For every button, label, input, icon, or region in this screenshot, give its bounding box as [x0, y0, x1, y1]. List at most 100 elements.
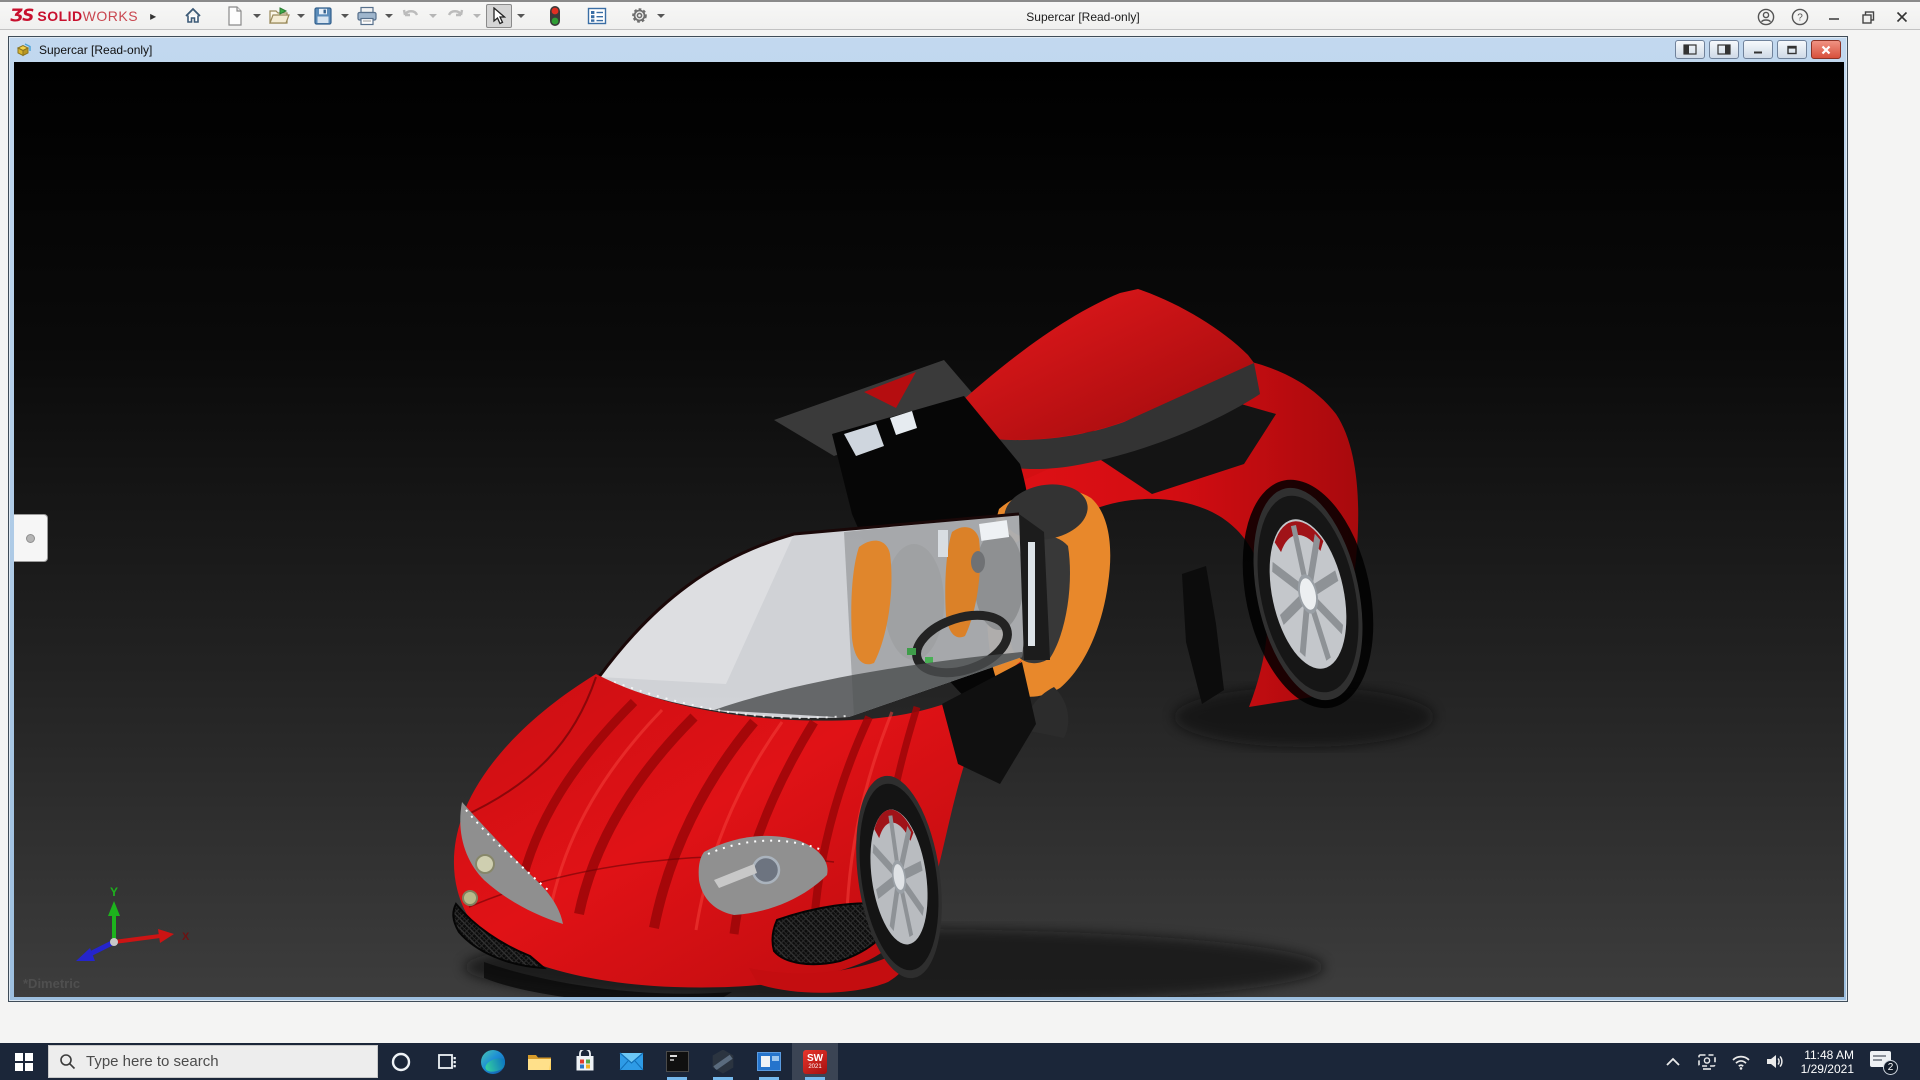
minimize-button[interactable] [1824, 7, 1844, 27]
cortana-button[interactable] [378, 1043, 424, 1080]
gear-icon [631, 8, 647, 23]
triad-y-label: Y [110, 885, 118, 899]
new-document-icon [228, 5, 242, 26]
pane-right-button[interactable] [1709, 40, 1739, 59]
assembly-document-icon [16, 42, 31, 56]
taskbar-search-input[interactable]: Type here to search [48, 1045, 378, 1078]
app-window-controls: ? [1756, 2, 1912, 32]
restore-icon [1861, 10, 1874, 24]
open-button[interactable] [266, 4, 292, 28]
taskbar-app-command-prompt[interactable] [654, 1043, 700, 1080]
pane-left-icon [1683, 44, 1697, 55]
file-properties-icon [587, 7, 607, 24]
minimize-icon [1829, 18, 1839, 20]
help-button[interactable]: ? [1790, 7, 1810, 27]
view-orientation-label: *Dimetric [23, 976, 81, 991]
redo-button[interactable] [442, 4, 468, 28]
notification-badge: 2 [1883, 1059, 1898, 1075]
taskbar-app-edrawings[interactable] [700, 1043, 746, 1080]
menu-expander-icon[interactable]: ▸ [150, 9, 156, 23]
start-button[interactable] [0, 1043, 48, 1080]
document-window-controls [1675, 40, 1841, 59]
tray-cast-button[interactable] [1695, 1050, 1719, 1074]
taskbar-app-mail[interactable] [608, 1043, 654, 1080]
select-tool-dropdown[interactable] [516, 4, 526, 28]
solidworks-icon-label: SW [806, 1052, 824, 1064]
supercar-3d-model[interactable]: Y X [14, 62, 1844, 997]
restore-button[interactable] [1858, 7, 1878, 27]
windows-logo-icon [15, 1052, 33, 1071]
triad-x-label: X [182, 931, 190, 943]
volume-icon [1766, 1055, 1783, 1068]
taskbar-app-store[interactable] [562, 1043, 608, 1080]
edge-icon [481, 1049, 505, 1074]
selection-filter-button[interactable] [542, 4, 568, 28]
notification-center-button[interactable]: 2 [1868, 1049, 1898, 1075]
taskbar-app-solidworks[interactable]: SW 2021 [792, 1043, 838, 1080]
print-button[interactable] [354, 4, 380, 28]
solidworks-icon: SW 2021 [803, 1049, 827, 1074]
mail-icon [619, 1052, 643, 1071]
print-dropdown[interactable] [384, 4, 394, 28]
taskbar-app-window[interactable] [746, 1043, 792, 1080]
side-intake [1182, 566, 1224, 704]
tray-time: 11:48 AM [1804, 1047, 1854, 1062]
tray-volume-button[interactable] [1763, 1050, 1787, 1074]
taskbar: Type here to search SW 2021 11:48 AM 1/2… [0, 1043, 1920, 1080]
close-button[interactable] [1892, 7, 1912, 27]
tray-clock[interactable]: 11:48 AM 1/29/2021 [1797, 1048, 1858, 1076]
document-close-icon [1821, 45, 1831, 54]
document-minimize-button[interactable] [1743, 40, 1773, 59]
logo-text-bold: SOLID [37, 7, 83, 24]
tray-date: 1/29/2021 [1800, 1061, 1854, 1076]
options-dropdown[interactable] [656, 4, 666, 28]
feature-tree-collapsed-tab[interactable] [14, 514, 48, 562]
new-document-button[interactable] [222, 4, 248, 28]
tab-handle-dot-icon [26, 533, 35, 543]
tray-overflow-button[interactable] [1661, 1050, 1685, 1074]
selection-filter-icon [550, 5, 561, 26]
document-restore-icon [1787, 45, 1797, 54]
account-button[interactable] [1756, 7, 1776, 27]
solidworks-logo: ƷS SOLID WORKS [10, 6, 138, 26]
print-icon [357, 6, 377, 25]
options-button[interactable] [626, 4, 652, 28]
new-document-dropdown[interactable] [252, 4, 262, 28]
command-prompt-icon [665, 1051, 689, 1072]
save-icon [314, 6, 332, 25]
cortana-icon [391, 1052, 411, 1071]
app-titlebar: ƷS SOLID WORKS ▸ Supercar [Read-only] ? [0, 0, 1920, 30]
quick-access-toolbar [180, 3, 666, 28]
edrawings-icon [712, 1049, 734, 1074]
svg-text:?: ? [1797, 13, 1803, 24]
task-view-button[interactable] [424, 1043, 470, 1080]
save-button[interactable] [310, 4, 336, 28]
close-icon [1896, 11, 1908, 23]
workspace: Supercar [Read-only] Y X *Dimetric [0, 30, 1920, 1043]
select-tool-button[interactable] [486, 3, 513, 28]
task-view-icon [438, 1053, 456, 1069]
redo-dropdown[interactable] [472, 4, 482, 28]
undo-button[interactable] [398, 4, 424, 28]
solidworks-icon-year: 2021 [808, 1063, 822, 1070]
home-button[interactable] [180, 4, 206, 28]
orientation-triad: Y X [76, 885, 190, 961]
taskbar-app-edge[interactable] [470, 1043, 516, 1080]
pane-right-icon [1717, 44, 1731, 55]
document-titlebar[interactable]: Supercar [Read-only] [9, 37, 1847, 62]
cast-display-icon [1697, 1054, 1716, 1070]
open-dropdown[interactable] [296, 4, 306, 28]
home-icon [185, 7, 201, 23]
taskbar-app-file-explorer[interactable] [516, 1043, 562, 1080]
save-dropdown[interactable] [340, 4, 350, 28]
document-title: Supercar [Read-only] [39, 42, 153, 57]
file-properties-button[interactable] [584, 4, 610, 28]
document-close-button[interactable] [1811, 40, 1841, 59]
document-restore-button[interactable] [1777, 40, 1807, 59]
b-pillar-trim [1028, 542, 1035, 646]
tray-wifi-button[interactable] [1729, 1050, 1753, 1074]
pane-left-button[interactable] [1675, 40, 1705, 59]
document-window: Supercar [Read-only] Y X *Dimetric [8, 36, 1848, 1002]
undo-dropdown[interactable] [428, 4, 438, 28]
graphics-viewport[interactable]: Y X *Dimetric [14, 62, 1844, 997]
